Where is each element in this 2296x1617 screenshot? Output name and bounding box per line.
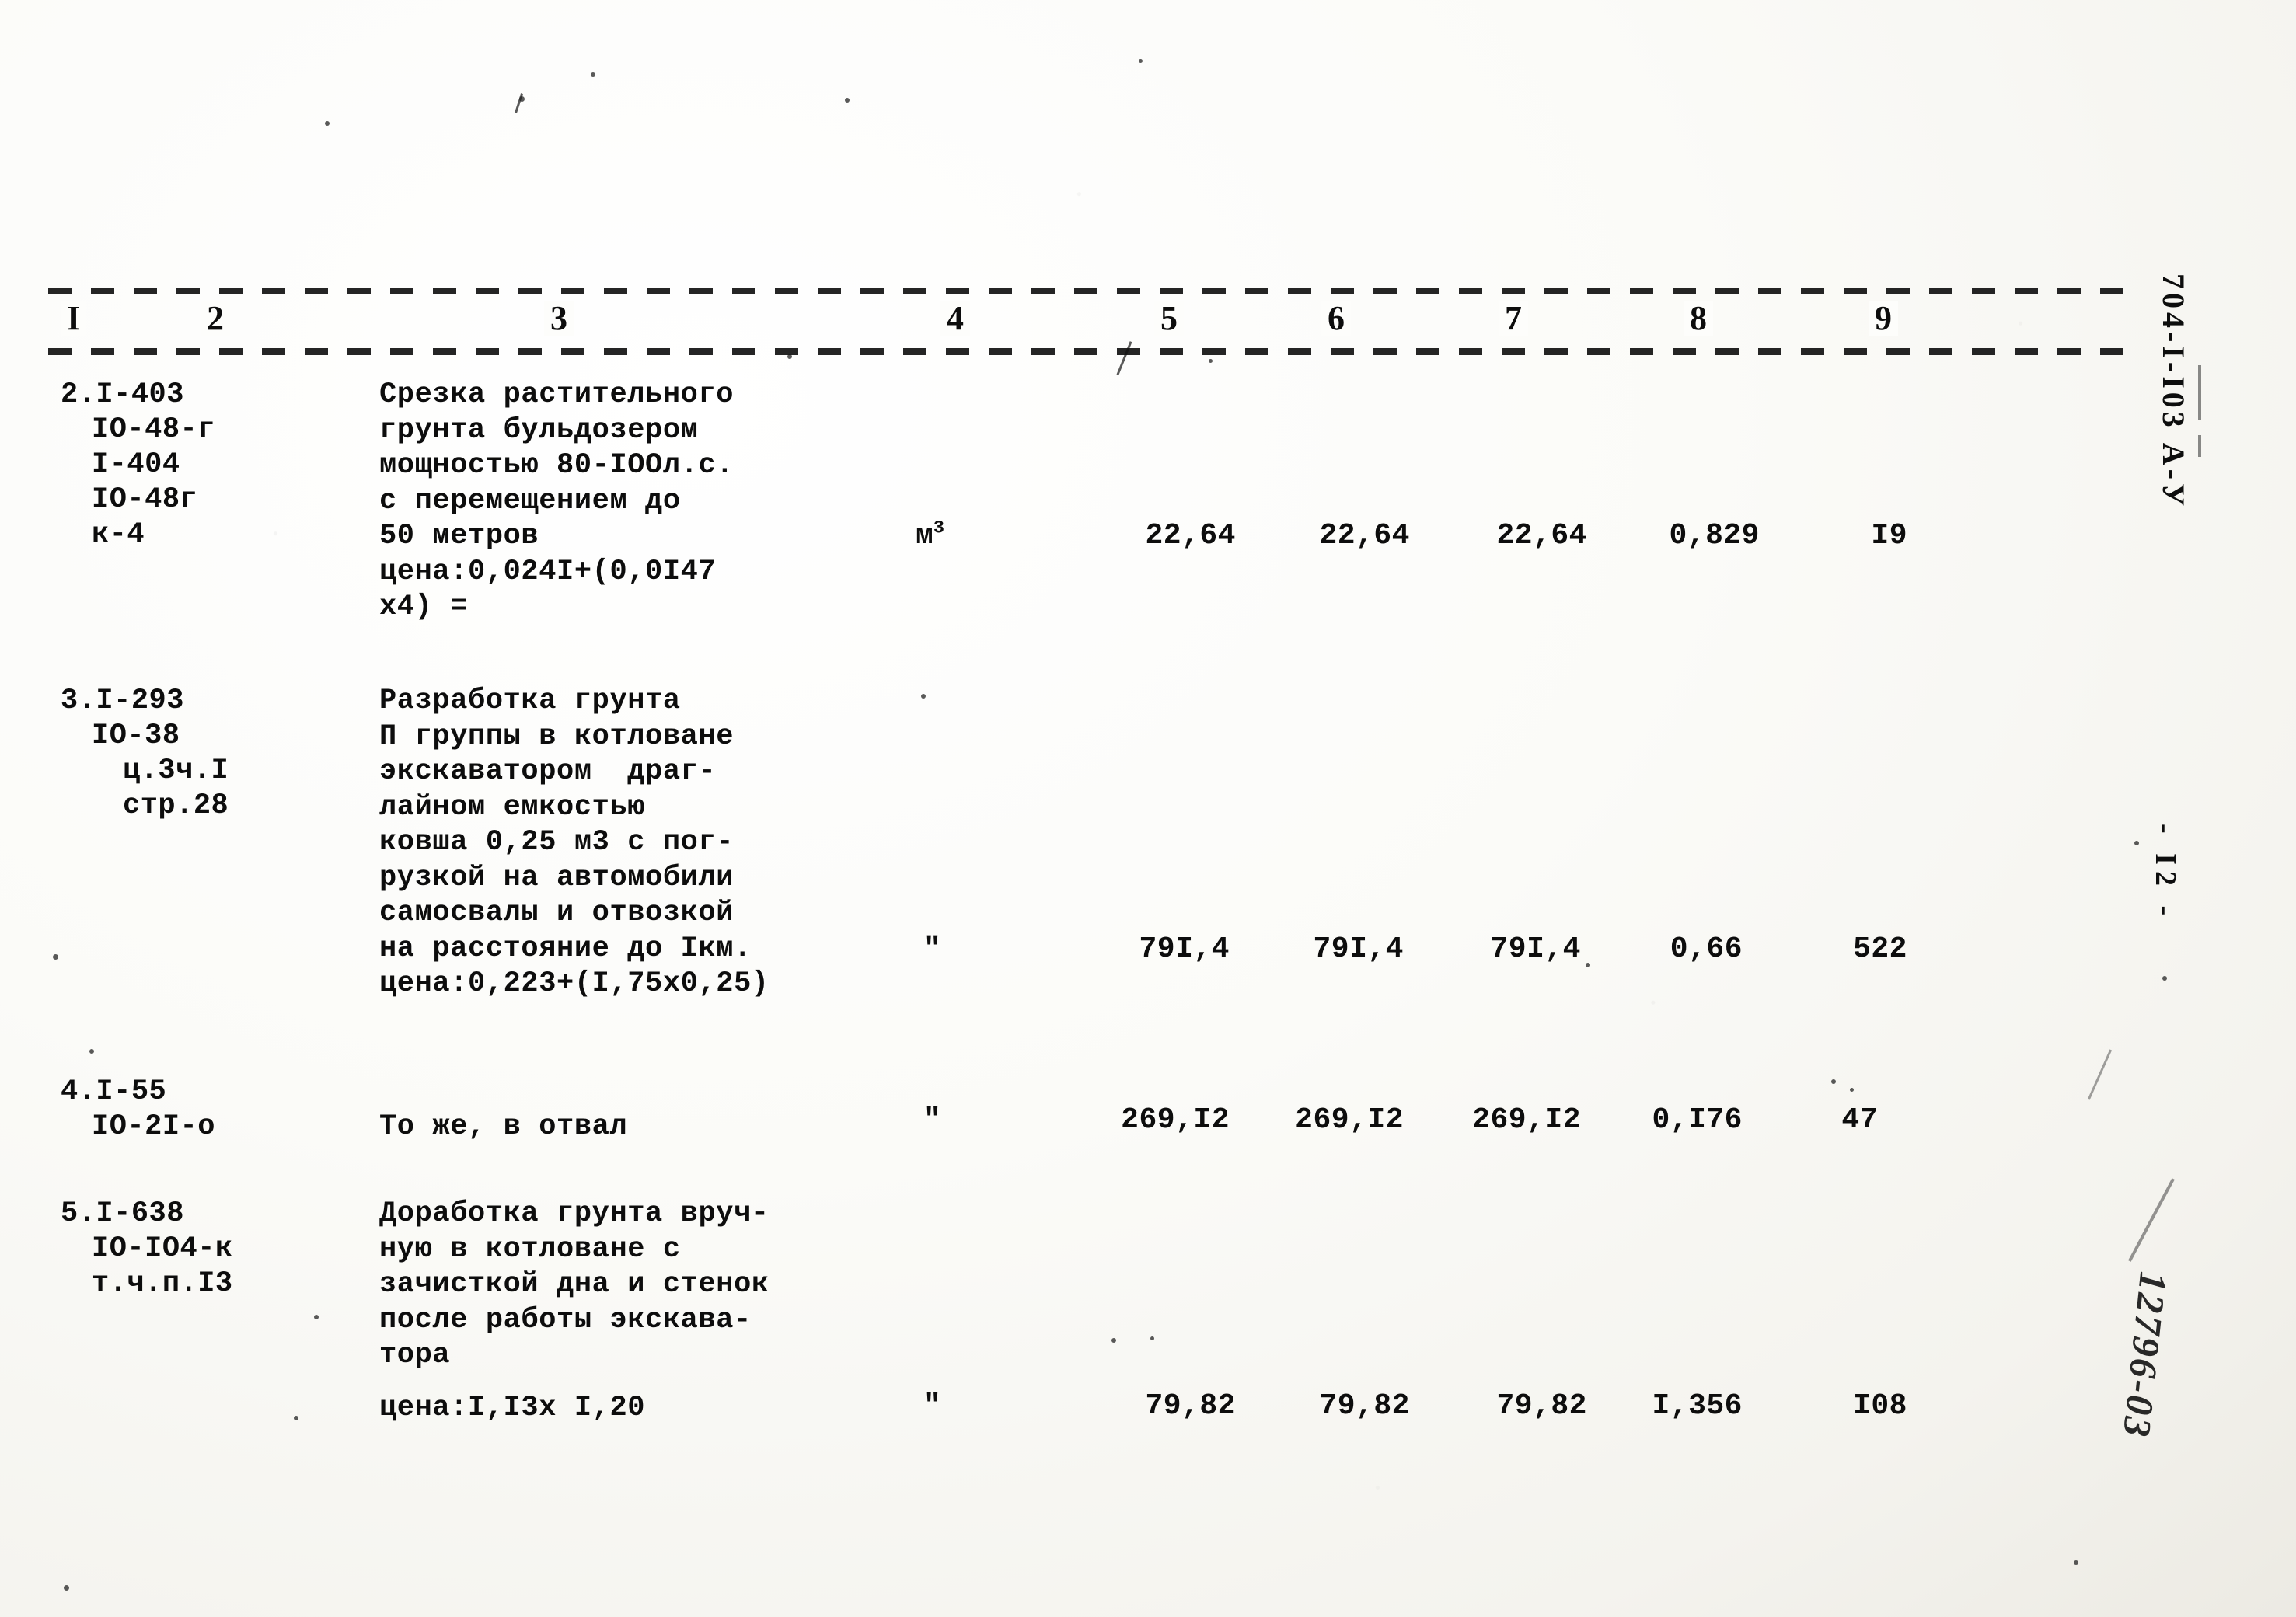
row-code-block: IO-48-г xyxy=(92,413,215,446)
row-unit: " xyxy=(923,1389,941,1423)
row-code-block: 4.I-55 xyxy=(61,1075,167,1108)
row-col6-value: 79I,4 xyxy=(1313,932,1404,966)
scan-speck xyxy=(294,1416,298,1420)
row-col5-value: 269,I2 xyxy=(1121,1103,1230,1137)
margin-handwritten-number: 12796-03 xyxy=(2114,1270,2176,1441)
table-top-rule xyxy=(48,288,2139,294)
scan-speck xyxy=(325,121,330,126)
row-col7-value: 269,I2 xyxy=(1472,1103,1581,1137)
margin-page-number: - I2 - xyxy=(2149,824,2182,922)
row-description: То же, в отвал xyxy=(379,1110,628,1143)
scan-speck xyxy=(2074,1560,2078,1565)
row-col5-value: 22,64 xyxy=(1145,519,1236,552)
row-code-block: IO-2I-о xyxy=(92,1110,215,1143)
row-description: Срезка растительного грунта бульдозером … xyxy=(379,378,735,623)
scan-speck xyxy=(53,954,58,960)
row-description: Доработка грунта вруч- ную в котловане с… xyxy=(379,1197,769,1371)
scan-speck xyxy=(1150,1336,1154,1340)
row-col6-value: 22,64 xyxy=(1319,519,1410,552)
row-col5-value: 79,82 xyxy=(1145,1389,1236,1423)
row-col9-value: I08 xyxy=(1853,1389,1907,1423)
scan-speck xyxy=(845,98,850,103)
row-col9-value: 47 xyxy=(1841,1103,1878,1137)
column-header-1: I xyxy=(61,301,87,336)
row-col8-value: 0,66 xyxy=(1670,932,1743,966)
scan-speck xyxy=(1209,359,1213,363)
row-col8-value: 0,829 xyxy=(1669,519,1760,552)
row-code-block: ц.3ч.I xyxy=(123,754,229,787)
scan-speck xyxy=(2162,976,2167,981)
row-unit: м3 xyxy=(916,518,944,552)
scan-speck xyxy=(89,1049,94,1054)
scan-speck xyxy=(1831,1079,1836,1084)
scan-streak xyxy=(2198,435,2201,457)
scan-streak xyxy=(2128,1178,2175,1262)
column-header-8: 8 xyxy=(1684,301,1713,336)
scan-speck xyxy=(1111,1338,1116,1343)
scan-streak xyxy=(1116,341,1132,375)
scan-speck xyxy=(1586,963,1590,967)
row-code-block: IO-IO4-к xyxy=(92,1232,233,1265)
row-code-block: к-4 xyxy=(92,518,145,551)
row-col7-value: 79,82 xyxy=(1496,1389,1587,1423)
row-code-block: стр.28 xyxy=(123,789,229,822)
row-code-block: IO-48г xyxy=(92,483,198,516)
row-code-block: 2.I-403 xyxy=(61,378,184,411)
row-code-block: IO-38 xyxy=(92,720,180,752)
scan-speck xyxy=(314,1315,319,1319)
scan-streak xyxy=(2198,365,2201,420)
row-unit: " xyxy=(923,932,941,966)
scan-speck xyxy=(1850,1088,1854,1092)
table-header-rule xyxy=(48,348,2139,355)
document-sheet: I 2 3 4 5 6 7 8 9 2.I-403 IO-48-г I-404 … xyxy=(0,0,2296,1617)
scan-speck xyxy=(591,72,595,77)
margin-document-code: 704-I-I03 А-У xyxy=(2156,274,2191,511)
row-unit: " xyxy=(923,1103,941,1137)
scan-speck xyxy=(64,1585,69,1591)
row-col8-value: I,356 xyxy=(1652,1389,1743,1423)
row-description: Разработка грунта П группы в котловане э… xyxy=(379,685,769,1000)
column-header-2: 2 xyxy=(201,301,230,336)
column-header-5: 5 xyxy=(1154,301,1184,336)
row-code-block: 3.I-293 xyxy=(61,685,184,717)
row-col7-value: 79I,4 xyxy=(1490,932,1581,966)
scan-streak xyxy=(515,93,523,113)
column-header-7: 7 xyxy=(1499,301,1528,336)
column-header-9: 9 xyxy=(1869,301,1898,336)
row-col5-value: 79I,4 xyxy=(1139,932,1230,966)
row-col9-value: I9 xyxy=(1871,519,1907,552)
row-col6-value: 79,82 xyxy=(1319,1389,1410,1423)
row-code-block: т.ч.п.I3 xyxy=(92,1267,233,1300)
row-col8-value: 0,I76 xyxy=(1652,1103,1743,1137)
column-header-3: 3 xyxy=(544,301,574,336)
row-code-block: I-404 xyxy=(92,448,180,481)
row-col7-value: 22,64 xyxy=(1496,519,1587,552)
row-col6-value: 269,I2 xyxy=(1295,1103,1404,1137)
row-code-block: 5.I-638 xyxy=(61,1197,184,1230)
scan-speck xyxy=(1139,59,1143,63)
scan-streak xyxy=(2087,1049,2113,1100)
row-description-price: цена:I,I3х I,20 xyxy=(379,1392,646,1424)
row-col9-value: 522 xyxy=(1853,932,1907,966)
scan-speck xyxy=(2134,841,2139,845)
column-header-6: 6 xyxy=(1321,301,1351,336)
column-header-4: 4 xyxy=(940,301,970,336)
